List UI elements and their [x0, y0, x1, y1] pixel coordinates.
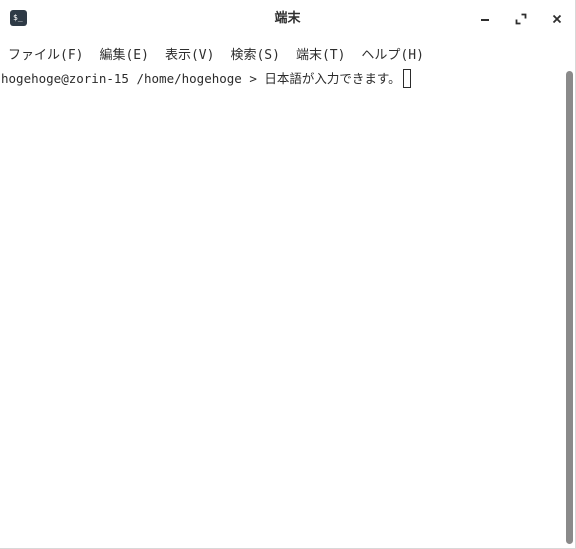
scrollbar-thumb[interactable] [566, 71, 573, 544]
text-cursor [402, 69, 411, 88]
minimize-button[interactable] [473, 7, 497, 31]
terminal-prompt: hogehoge@zorin-15 /home/hogehoge > [1, 71, 265, 86]
maximize-button[interactable] [509, 7, 533, 31]
menu-edit[interactable]: 編集(E) [99, 42, 148, 65]
vertical-scrollbar[interactable] [563, 67, 575, 548]
menu-search[interactable]: 検索(S) [230, 42, 279, 65]
minimize-icon [481, 19, 489, 21]
terminal-line: hogehoge@zorin-15 /home/hogehoge > 日本語が入… [1, 68, 411, 89]
close-icon [552, 14, 562, 24]
titlebar[interactable]: 端末 $_ [0, 0, 575, 38]
terminal-input-text: 日本語が入力できます。 [264, 71, 401, 86]
terminal-icon: $_ [10, 10, 27, 26]
menubar: ファイル(F) 編集(E) 表示(V) 検索(S) 端末(T) ヘルプ(H) [0, 41, 575, 65]
menu-terminal[interactable]: 端末(T) [296, 42, 345, 65]
close-button[interactable] [545, 7, 569, 31]
terminal-window: 端末 $_ ファイル(F) 編集(E) 表示(V) 検索(S) 端末(T) ヘル… [0, 0, 576, 549]
menu-help[interactable]: ヘルプ(H) [361, 42, 423, 65]
maximize-icon [515, 13, 527, 25]
menu-view[interactable]: 表示(V) [165, 42, 214, 65]
menu-file[interactable]: ファイル(F) [8, 42, 83, 65]
terminal-area[interactable]: hogehoge@zorin-15 /home/hogehoge > 日本語が入… [0, 67, 563, 548]
